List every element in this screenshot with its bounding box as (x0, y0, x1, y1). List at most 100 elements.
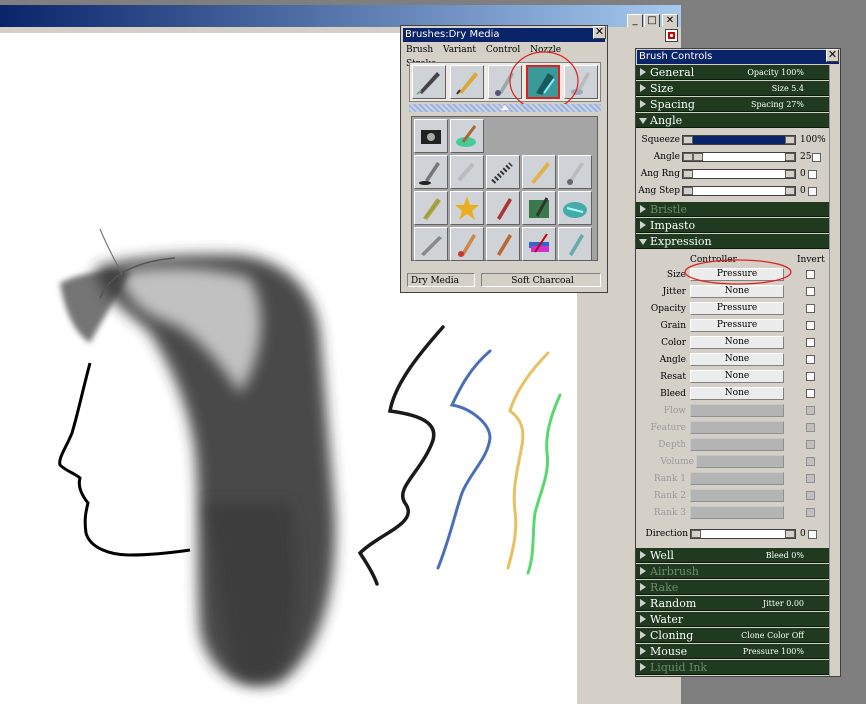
brush-category-pencils-icon[interactable] (450, 65, 484, 99)
expr-angle-invert-checkbox[interactable] (806, 355, 815, 364)
variant-layers-icon[interactable] (522, 227, 556, 261)
angle-label: Angle (653, 152, 680, 162)
variant-palette-brush-icon[interactable] (450, 119, 484, 153)
expr-rank3-invert-checkbox (806, 508, 815, 517)
menu-variant[interactable]: Variant (443, 45, 476, 55)
expr-grain-invert-checkbox[interactable] (806, 321, 815, 330)
expand-arrow-icon (640, 551, 646, 559)
ang-rng-label: Ang Rng (640, 169, 680, 179)
section-well[interactable]: Well Bleed 0% (636, 548, 829, 563)
expr-rank2-label: Rank 2 (653, 491, 686, 501)
section-airbrush[interactable]: Airbrush (636, 564, 829, 579)
variant-crayon-icon[interactable] (414, 191, 448, 225)
angle-lock-checkbox[interactable] (812, 153, 821, 162)
section-rake[interactable]: Rake (636, 580, 829, 595)
maximize-button[interactable]: □ (644, 14, 660, 28)
variant-image-hose-icon[interactable] (450, 191, 484, 225)
brush-category-pens-icon[interactable] (412, 65, 446, 99)
variant-ink-pen-icon[interactable] (414, 155, 448, 189)
variant-knife-icon[interactable] (414, 227, 448, 261)
stroke-sample-blue (436, 349, 492, 570)
stroke-sample-black (357, 325, 445, 586)
variant-glitter-icon[interactable] (522, 191, 556, 225)
expr-depth-controller (690, 438, 784, 451)
expr-rank2-invert-checkbox (806, 491, 815, 500)
direction-checkbox[interactable] (808, 530, 817, 539)
expr-color-controller[interactable]: None (690, 336, 784, 349)
ang-step-label: Ang Step (638, 186, 680, 196)
brush-controls-close-icon[interactable]: ✕ (826, 49, 839, 62)
category-scroll-bar[interactable] (409, 104, 601, 112)
variant-eraser-icon[interactable] (558, 155, 592, 189)
variant-camera-icon[interactable] (414, 119, 448, 153)
variant-gouache-icon[interactable] (486, 227, 520, 261)
section-general[interactable]: General Opacity 100% (636, 65, 829, 80)
variant-airbrush-icon[interactable] (450, 155, 484, 189)
expand-arrow-icon (640, 663, 646, 671)
variant-pencil-icon[interactable] (522, 155, 556, 189)
expr-angle-controller[interactable]: None (690, 353, 784, 366)
section-water[interactable]: Water (636, 612, 829, 627)
ang-rng-slider[interactable] (682, 169, 796, 179)
expr-jitter-controller[interactable]: None (690, 285, 784, 298)
expr-resat-label: Resat (660, 372, 686, 382)
expand-arrow-icon (640, 221, 646, 229)
frame-toggle-icon[interactable] (665, 29, 678, 42)
section-angle[interactable]: Angle (636, 113, 829, 128)
variant-watercolor-icon[interactable] (450, 227, 484, 261)
section-mouse[interactable]: Mouse Pressure 100% (636, 644, 829, 659)
face-profile (58, 362, 191, 557)
expand-arrow-icon (640, 84, 646, 92)
section-bristle[interactable]: Bristle (636, 202, 829, 217)
expr-jitter-label: Jitter (662, 287, 686, 297)
close-button[interactable]: ✕ (662, 14, 678, 28)
section-random[interactable]: Random Jitter 0.00 (636, 596, 829, 611)
squeeze-slider[interactable] (682, 135, 796, 145)
variant-oils-icon[interactable] (486, 191, 520, 225)
squeeze-label: Squeeze (641, 135, 680, 145)
section-impasto[interactable]: Impasto (636, 218, 829, 233)
expr-size-invert-checkbox[interactable] (806, 270, 815, 279)
minimize-button[interactable]: _ (627, 14, 643, 28)
ang-step-checkbox[interactable] (808, 187, 817, 196)
direction-label: Direction (645, 529, 688, 539)
section-liquid-ink[interactable]: Liquid Ink (636, 660, 829, 675)
expr-bleed-invert-checkbox[interactable] (806, 389, 815, 398)
ang-rng-checkbox[interactable] (808, 170, 817, 179)
variant-blender-icon[interactable] (558, 227, 592, 261)
expr-rank1-controller (690, 472, 784, 485)
angle-slider[interactable] (682, 152, 796, 162)
variant-pattern-pen-icon[interactable] (486, 155, 520, 189)
direction-slider[interactable] (690, 529, 796, 539)
expr-color-invert-checkbox[interactable] (806, 338, 815, 347)
brush-controls-title: Brush Controls (637, 50, 839, 64)
menu-brush[interactable]: Brush (406, 45, 433, 55)
expr-bleed-controller[interactable]: None (690, 387, 784, 400)
expr-resat-invert-checkbox[interactable] (806, 372, 815, 381)
section-spacing[interactable]: Spacing Spacing 27% (636, 97, 829, 112)
expr-opacity-invert-checkbox[interactable] (806, 304, 815, 313)
invert-header: Invert (797, 255, 825, 265)
expr-rank3-label: Rank 3 (653, 508, 686, 518)
expr-jitter-invert-checkbox[interactable] (806, 287, 815, 296)
expr-grain-label: Grain (660, 321, 686, 331)
expr-opacity-controller[interactable]: Pressure (690, 302, 784, 315)
brushes-close-icon[interactable]: ✕ (593, 26, 606, 39)
ang-step-slider[interactable] (682, 186, 796, 196)
expr-resat-controller[interactable]: None (690, 370, 784, 383)
section-expression[interactable]: Expression (636, 234, 829, 249)
expr-grain-controller[interactable]: Pressure (690, 319, 784, 332)
expand-arrow-icon (640, 100, 646, 108)
chevron-up-icon[interactable] (501, 105, 509, 110)
expr-opacity-label: Opacity (650, 304, 686, 314)
section-size[interactable]: Size Size 5.4 (636, 81, 829, 96)
expand-arrow-icon (640, 567, 646, 575)
brushes-palette-title: Brushes:Dry Media (403, 28, 605, 42)
expr-feature-controller (690, 421, 784, 434)
variant-liquid-icon[interactable] (558, 191, 592, 225)
brushes-palette: Brushes:Dry Media ✕ Brush Variant Contro… (400, 25, 608, 293)
expand-arrow-icon (640, 599, 646, 607)
brush-controls-scrollbar[interactable] (829, 65, 840, 676)
expand-arrow-icon (640, 68, 646, 76)
section-cloning[interactable]: Cloning Clone Color Off (636, 628, 829, 643)
